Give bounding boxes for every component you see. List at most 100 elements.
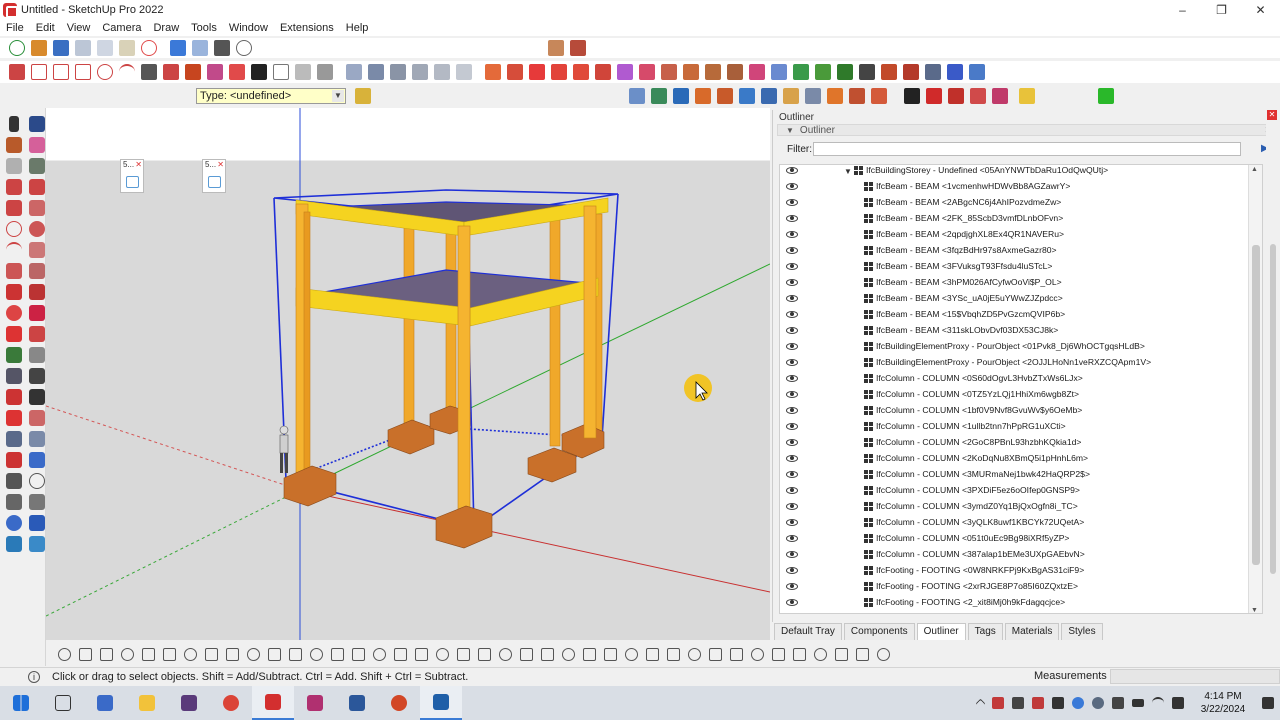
menu-tools[interactable]: Tools	[185, 22, 223, 34]
scale-icon[interactable]	[5, 326, 22, 342]
pencil-tool-icon[interactable]	[5, 179, 22, 195]
bottom-tool-icon[interactable]	[814, 647, 827, 661]
panel-scrollbar[interactable]	[1266, 124, 1280, 620]
soften-icon[interactable]	[639, 64, 655, 80]
usb-icon[interactable]	[1112, 697, 1124, 709]
bottom-tool-icon[interactable]	[478, 647, 491, 661]
outliner-row[interactable]: IfcBeam - BEAM <2qpdjghXL8Ex4QR1NAVERu>	[780, 227, 1262, 243]
bottom-tool-icon[interactable]	[583, 647, 596, 661]
bottom-tool-icon[interactable]	[877, 647, 890, 661]
ifc-type-select[interactable]: Type: <undefined> ▼	[196, 88, 346, 104]
polygon-tool-icon[interactable]	[75, 64, 91, 80]
outliner-row[interactable]: IfcColumn - COLUMN <1ullb2tnn7hPpRG1uXCt…	[780, 419, 1262, 435]
tab-default-tray[interactable]: Default Tray	[774, 622, 842, 640]
model-viewport[interactable]: 5... ✕ 5... ✕	[46, 108, 770, 640]
fog-icon[interactable]	[705, 64, 721, 80]
select-tool-icon[interactable]	[141, 64, 157, 80]
redo-icon[interactable]	[192, 40, 208, 56]
visibility-eye-icon[interactable]	[786, 598, 798, 607]
pencil-icon[interactable]	[629, 88, 645, 104]
zoom-tool-icon[interactable]	[5, 431, 22, 447]
rotated-rectangle-icon[interactable]	[53, 64, 69, 80]
mail-icon[interactable]	[1032, 697, 1044, 709]
outliner-row[interactable]: IfcColumn - COLUMN <3PXDiF5ez6oOIfep0GNS…	[780, 483, 1262, 499]
visibility-eye-icon[interactable]	[786, 294, 798, 303]
bottom-tool-icon[interactable]	[289, 647, 302, 661]
tab-components[interactable]: Components	[843, 622, 915, 640]
bottom-tool-icon[interactable]	[646, 647, 659, 661]
x-ray-icon[interactable]	[229, 64, 245, 80]
panel-scroll-thumb[interactable]	[1270, 244, 1276, 574]
visibility-eye-icon[interactable]	[786, 406, 798, 415]
close-icon[interactable]: ✕	[217, 160, 224, 169]
look-around-icon[interactable]	[28, 473, 45, 489]
visibility-eye-icon[interactable]	[786, 518, 798, 527]
visibility-eye-icon[interactable]	[786, 486, 798, 495]
visibility-eye-icon[interactable]	[786, 566, 798, 575]
outliner-row[interactable]: IfcColumn - COLUMN <2KoDqNu8XBmQ5i1pHnhL…	[780, 451, 1262, 467]
visibility-eye-icon[interactable]	[786, 438, 798, 447]
circle-tool-icon[interactable]	[97, 64, 113, 80]
taskbar-powerpoint[interactable]	[378, 686, 420, 720]
visibility-eye-icon[interactable]	[786, 422, 798, 431]
visibility-eye-icon[interactable]	[786, 166, 798, 175]
visibility-eye-icon[interactable]	[786, 534, 798, 543]
model-info-icon[interactable]	[236, 40, 252, 56]
bottom-tool-icon[interactable]	[268, 647, 281, 661]
undo-icon[interactable]	[170, 40, 186, 56]
component-tool-icon[interactable]	[163, 64, 179, 80]
visibility-eye-icon[interactable]	[786, 582, 798, 591]
outliner-row[interactable]: IfcBuildingElementProxy - PourObject <01…	[780, 339, 1262, 355]
measurements-input[interactable]	[1110, 669, 1280, 684]
split-icon[interactable]	[815, 64, 831, 80]
line-tool-icon[interactable]	[9, 64, 25, 80]
menu-help[interactable]: Help	[340, 22, 375, 34]
move-tool-icon[interactable]	[346, 64, 362, 80]
outliner-tree[interactable]: IfcFooting - FOOTING <2_xit8iMj0h9kFdagq…	[779, 164, 1263, 614]
erase-icon[interactable]	[141, 40, 157, 56]
pie-icon[interactable]	[28, 263, 45, 279]
taskbar-explorer[interactable]	[126, 686, 168, 720]
stamp-icon[interactable]	[5, 536, 22, 552]
section-cut-icon[interactable]	[507, 64, 523, 80]
bottom-tool-icon[interactable]	[58, 647, 71, 661]
outliner-row[interactable]: IfcColumn - COLUMN <0S60dOgvL3HvbZTxWs6L…	[780, 371, 1262, 387]
visibility-eye-icon[interactable]	[786, 246, 798, 255]
push-pull-icon[interactable]	[28, 284, 45, 300]
eraser-icon[interactable]	[207, 64, 223, 80]
section-icon[interactable]	[28, 494, 45, 510]
tree-scrollbar[interactable]: ▲ ▼	[1248, 165, 1262, 613]
axes-tool-icon[interactable]	[5, 389, 22, 405]
tab-styles[interactable]: Styles	[1061, 622, 1103, 640]
bottom-tool-icon[interactable]	[205, 647, 218, 661]
new-file-icon[interactable]	[9, 40, 25, 56]
dimension-icon[interactable]	[903, 64, 919, 80]
chart-icon[interactable]	[673, 88, 689, 104]
outliner-row[interactable]: IfcBeam - BEAM <1vcmenhwHDWvBb8AGZawrY>	[780, 179, 1262, 195]
paste-icon[interactable]	[119, 40, 135, 56]
taskbar-sketchup[interactable]	[252, 686, 294, 720]
speaker-icon[interactable]	[1172, 697, 1184, 709]
tape-measure-icon[interactable]	[251, 64, 267, 80]
bottom-tool-icon[interactable]	[373, 647, 386, 661]
freehand-icon[interactable]	[28, 179, 45, 195]
bottom-tool-icon[interactable]	[730, 647, 743, 661]
move-icon[interactable]	[5, 284, 22, 300]
zoom-extents-icon[interactable]	[434, 64, 450, 80]
shadows-icon[interactable]	[683, 64, 699, 80]
outliner-row[interactable]: IfcColumn - COLUMN <387alap1bEMe3UXpGAEb…	[780, 547, 1262, 563]
cloud-icon[interactable]	[1092, 697, 1104, 709]
minimize-button[interactable]: –	[1163, 0, 1202, 20]
flip-icon[interactable]	[926, 88, 942, 104]
drape-icon[interactable]	[28, 536, 45, 552]
outliner-row[interactable]: IfcFooting - FOOTING <2_xit8iMj0h9kFdagq…	[780, 595, 1262, 611]
clock[interactable]: 4:14 PM 3/22/2024	[1188, 690, 1258, 716]
reverse-faces-icon[interactable]	[595, 64, 611, 80]
bottom-tool-icon[interactable]	[688, 647, 701, 661]
outliner-row[interactable]: IfcBuildingElementProxy - PourObject <2O…	[780, 355, 1262, 371]
outliner-row[interactable]: IfcFooting - FOOTING <0W8NRKFPj9KxBgAS31…	[780, 563, 1262, 579]
outliner-row[interactable]: IfcColumn - COLUMN <1bf0V9Nvf8GvuWv$y6Oe…	[780, 403, 1262, 419]
cut-tool-icon[interactable]	[805, 88, 821, 104]
outliner-row[interactable]: IfcColumn - COLUMN <2GoC8PBnL93hzbhKQkia…	[780, 435, 1262, 451]
rectangle-tool-icon[interactable]	[31, 64, 47, 80]
